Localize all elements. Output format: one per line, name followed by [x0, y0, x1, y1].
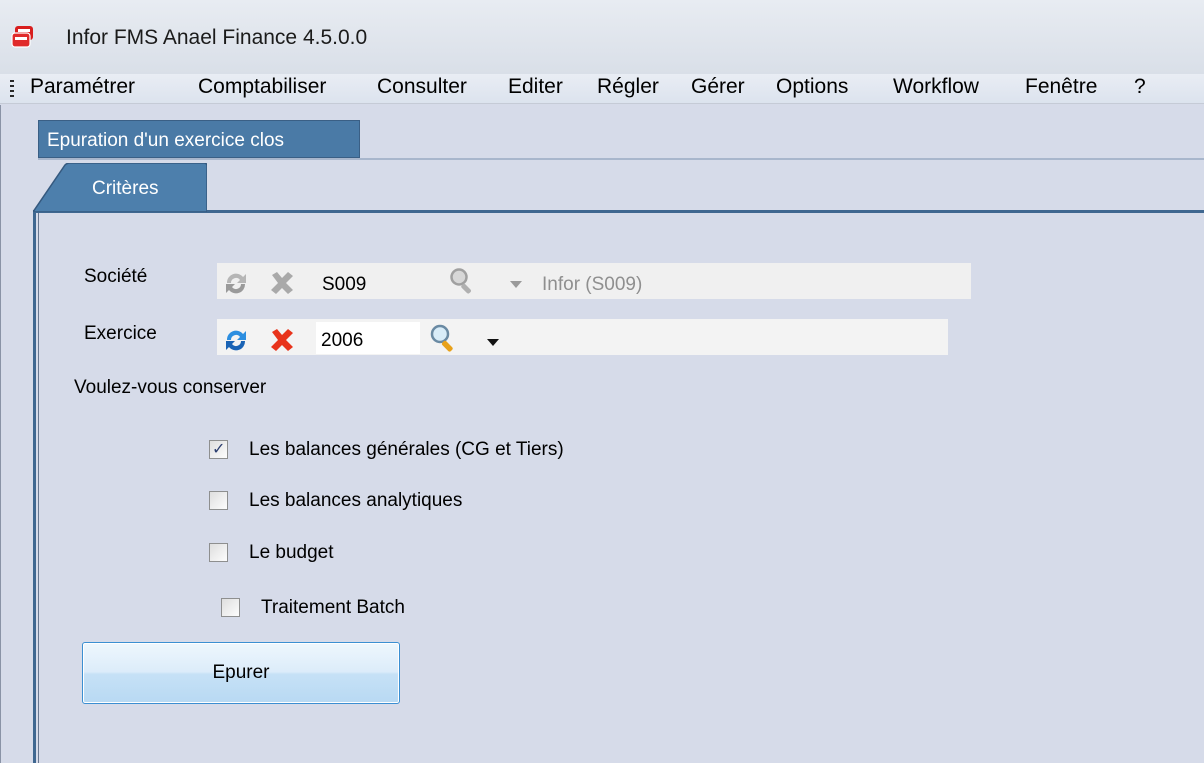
menu-help[interactable]: ?: [1134, 75, 1146, 99]
window-title: Infor FMS Anael Finance 4.5.0.0: [66, 26, 368, 49]
title-bar: Infor FMS Anael Finance 4.5.0.0: [0, 0, 1204, 74]
dropdown-arrow-icon[interactable]: [510, 281, 522, 289]
clear-icon[interactable]: [269, 328, 295, 352]
check-icon: ✓: [212, 441, 226, 458]
batch-label: Traitement Batch: [261, 597, 405, 618]
menu-gerer[interactable]: Gérer: [691, 75, 745, 99]
panel-inner-border: [38, 213, 39, 763]
tab-strip-line: [33, 210, 1204, 213]
option-balances-analytiques-label: Les balances analytiques: [249, 490, 463, 511]
societe-description: Infor (S009): [542, 274, 643, 295]
menu-fenetre[interactable]: Fenêtre: [1025, 75, 1097, 99]
tab-criteres-label: Critères: [92, 178, 159, 199]
option-balances-generales-label: Les balances générales (CG et Tiers): [249, 439, 564, 460]
menu-comptabiliser[interactable]: Comptabiliser: [198, 75, 326, 99]
exercice-value[interactable]: 2006: [321, 330, 363, 352]
menu-editer[interactable]: Editer: [508, 75, 563, 99]
refresh-icon: [226, 273, 246, 294]
document-tab-divider: [38, 158, 1204, 160]
menu-bar: Paramétrer Comptabiliser Consulter Edite…: [0, 74, 1204, 104]
refresh-icon[interactable]: [222, 328, 250, 352]
keep-question-label: Voulez-vous conserver: [74, 377, 267, 398]
dropdown-arrow-icon[interactable]: [487, 339, 499, 347]
menu-regler[interactable]: Régler: [597, 75, 659, 99]
menu-options[interactable]: Options: [776, 75, 848, 99]
exercice-input[interactable]: 2006: [316, 322, 420, 354]
menu-parametrer[interactable]: Paramétrer: [30, 75, 135, 99]
app-logo-icon: [11, 26, 33, 48]
search-icon: [450, 268, 471, 294]
menu-consulter[interactable]: Consulter: [377, 75, 467, 99]
document-tab[interactable]: Epuration d'un exercice clos: [38, 120, 360, 158]
societe-value[interactable]: S009: [322, 274, 366, 296]
option-budget-checkbox[interactable]: [209, 543, 228, 562]
clear-icon: [271, 272, 293, 294]
batch-checkbox[interactable]: [221, 598, 240, 617]
menu-grip-icon[interactable]: [10, 80, 14, 98]
document-tab-label: Epuration d'un exercice clos: [47, 130, 285, 151]
window-left-border: [0, 105, 1, 763]
societe-label: Société: [84, 266, 148, 287]
search-icon[interactable]: [428, 322, 460, 354]
epurer-button[interactable]: Epurer: [82, 642, 400, 704]
option-balances-generales-checkbox[interactable]: ✓: [209, 440, 228, 459]
menu-workflow[interactable]: Workflow: [893, 75, 979, 99]
option-balances-analytiques-checkbox[interactable]: [209, 491, 228, 510]
option-budget-label: Le budget: [249, 542, 334, 563]
exercice-label: Exercice: [84, 323, 157, 344]
